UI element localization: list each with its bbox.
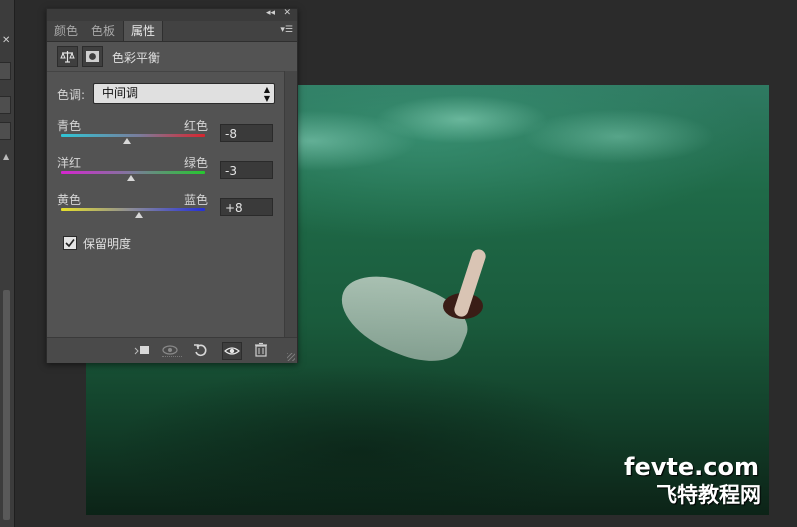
tone-dropdown-value: 中间调: [102, 86, 139, 100]
resize-grip-icon[interactable]: [287, 353, 295, 361]
panel-scrollbar[interactable]: [284, 71, 297, 337]
panel-grip[interactable]: [162, 356, 182, 359]
left-panel-strip: ✕ ▲: [0, 0, 15, 527]
adjustment-title: 色彩平衡: [112, 51, 161, 65]
close-icon[interactable]: ✕: [2, 36, 10, 46]
panel-tabs: 颜色 色板 属性 ▾☰: [47, 21, 297, 42]
slider-thumb[interactable]: [123, 138, 132, 144]
preserve-luminosity-checkbox[interactable]: [63, 236, 77, 250]
scrollbar[interactable]: [3, 290, 10, 520]
close-icon[interactable]: ✕: [283, 8, 291, 18]
delete-trash-icon[interactable]: [252, 342, 270, 358]
mask-icon[interactable]: [82, 46, 103, 67]
slider-left-label: 洋红: [57, 156, 82, 170]
clip-to-layer-icon[interactable]: [133, 342, 151, 358]
panel-button[interactable]: [0, 96, 11, 114]
slider-right-label: 蓝色: [184, 193, 209, 207]
slider-right-label: 绿色: [184, 156, 209, 170]
slider-value-input[interactable]: +8: [220, 198, 273, 216]
slider-left-label: 黄色: [57, 193, 82, 207]
panel-bottom-toolbar: [47, 337, 297, 363]
slider-track[interactable]: [61, 171, 205, 174]
scroll-up-icon[interactable]: ▲: [3, 152, 9, 161]
diver-figure-image: [329, 247, 508, 375]
panel-menu-icon[interactable]: ▾☰: [280, 25, 293, 35]
tab-color[interactable]: 颜色: [47, 21, 85, 41]
tab-swatches[interactable]: 色板: [84, 21, 122, 41]
tab-properties[interactable]: 属性: [123, 21, 164, 41]
balance-scale-icon[interactable]: [57, 46, 78, 67]
visibility-eye-icon[interactable]: [222, 342, 242, 360]
panel-button[interactable]: [0, 62, 11, 80]
panel-title-bar[interactable]: ◂◂ ✕: [47, 8, 297, 21]
slider-thumb[interactable]: [126, 175, 135, 181]
slider-track[interactable]: [61, 134, 205, 137]
preserve-luminosity-label: 保留明度: [83, 237, 132, 251]
panel-button[interactable]: [0, 122, 11, 140]
slider-left-label: 青色: [57, 119, 82, 133]
properties-panel: ◂◂ ✕ 颜色 色板 属性 ▾☰ 色彩平衡 色调: 中间调 ▲ ▼ 青色 红色 …: [46, 8, 298, 363]
slider-value-input[interactable]: -3: [220, 161, 273, 179]
slider-value-input[interactable]: -8: [220, 124, 273, 142]
tone-label: 色调:: [57, 88, 86, 102]
slider-track[interactable]: [61, 208, 205, 211]
slider-thumb[interactable]: [134, 212, 143, 218]
updown-arrow-icon: ▲ ▼: [263, 85, 270, 103]
watermark-site-name: 飞特教程网: [656, 483, 761, 507]
collapse-icon[interactable]: ◂◂: [266, 8, 275, 18]
reset-icon[interactable]: [192, 342, 210, 358]
watermark-domain: fevte.com: [624, 453, 759, 481]
slider-right-label: 红色: [184, 119, 209, 133]
tone-dropdown[interactable]: 中间调 ▲ ▼: [93, 83, 275, 104]
divider: [47, 71, 297, 72]
